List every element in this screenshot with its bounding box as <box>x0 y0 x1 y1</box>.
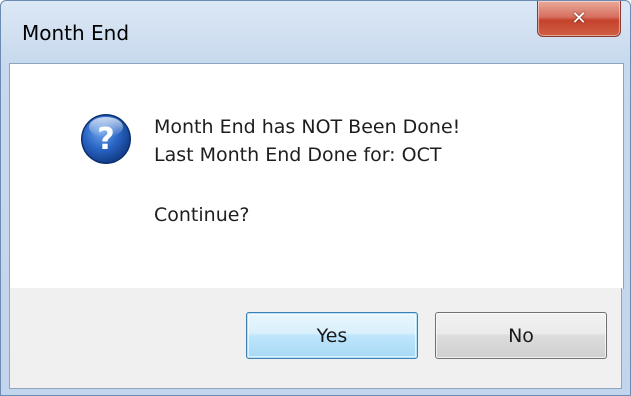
window-title: Month End <box>22 21 130 45</box>
close-icon: ✕ <box>571 7 587 29</box>
message-line-3: Continue? <box>154 204 250 226</box>
button-bar: Yes No <box>9 288 622 389</box>
message-line-1: Month End has NOT Been Done! <box>154 116 461 138</box>
no-button[interactable]: No <box>435 312 607 359</box>
title-bar[interactable]: Month End ✕ <box>1 1 630 63</box>
message-line-2: Last Month End Done for: OCT <box>154 144 442 166</box>
question-icon: ? <box>81 114 131 164</box>
close-button[interactable]: ✕ <box>537 1 621 37</box>
dialog-window: Month End ✕ ? Month End has NOT Been Don… <box>0 0 631 396</box>
yes-button[interactable]: Yes <box>246 312 418 359</box>
message-area: ? Month End has NOT Been Done! Last Mont… <box>9 63 624 289</box>
svg-text:?: ? <box>97 122 114 157</box>
